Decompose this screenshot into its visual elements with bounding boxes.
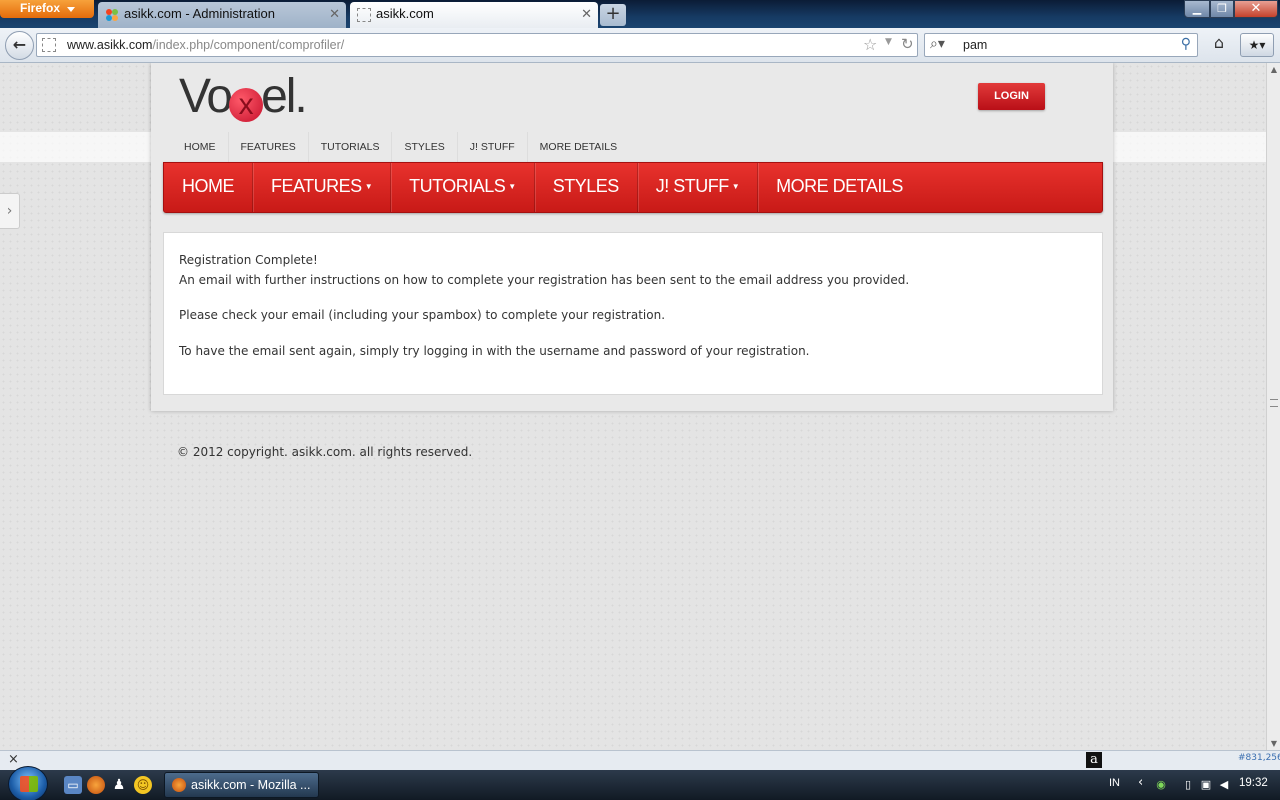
new-tab-button[interactable]: +: [600, 4, 626, 26]
logo-text-start: Vo: [179, 70, 233, 123]
main-menu: HOME FEATURES ▼ TUTORIALS ▼ STYLES J! STUF…: [163, 162, 1103, 213]
firefox-menu-button[interactable]: Firefox: [0, 0, 94, 18]
scroll-down-icon[interactable]: ▼: [1267, 739, 1280, 748]
minimize-button[interactable]: ▁: [1184, 0, 1210, 18]
scroll-up-icon[interactable]: ▲: [1267, 65, 1280, 74]
magnifier-icon[interactable]: ⌕▾: [930, 36, 945, 52]
main-menu-label: HOME: [182, 176, 235, 196]
tab-title: asikk.com - Administration: [124, 6, 275, 21]
alexa-icon[interactable]: a: [1086, 752, 1102, 768]
chevron-down-icon: ▼: [364, 182, 373, 191]
top-menu-features[interactable]: FEATURES: [229, 132, 309, 162]
tray-expand-icon[interactable]: ‹: [1138, 775, 1143, 790]
maximize-button[interactable]: ❐: [1210, 0, 1234, 18]
chevron-down-icon: ▼: [731, 182, 740, 191]
url-text[interactable]: www.asikk.com/index.php/component/compro…: [67, 38, 344, 52]
device-tray-icon[interactable]: ▯: [1181, 778, 1195, 792]
firefox-menu-label: Firefox: [20, 1, 61, 15]
main-menu-features[interactable]: FEATURES ▼: [253, 163, 392, 212]
main-menu-jstuff[interactable]: J! STUFF ▼: [638, 163, 759, 212]
taskbar-window-label: asikk.com - Mozilla ...: [191, 778, 311, 792]
top-menu-styles[interactable]: STYLES: [392, 132, 458, 162]
firefox-icon: [172, 778, 186, 792]
network-icon[interactable]: ▣: [1199, 778, 1213, 792]
main-menu-styles[interactable]: STYLES: [535, 163, 638, 212]
browser-tabstrip: Firefox asikk.com - Administration ✕ asi…: [0, 0, 1280, 28]
main-menu-label: FEATURES: [271, 176, 362, 196]
back-arrow-icon[interactable]: ←: [5, 31, 34, 60]
registration-info-line: Please check your email (including your …: [179, 308, 666, 322]
main-menu-label: J! STUFF: [655, 176, 730, 196]
main-menu-tutorials[interactable]: TUTORIALS ▼: [391, 163, 535, 212]
home-icon[interactable]: ⌂: [1206, 33, 1232, 57]
top-menu-more-details[interactable]: MORE DETAILS: [528, 132, 629, 162]
qq-penguin-icon[interactable]: ♟: [110, 776, 128, 794]
taskbar-clock[interactable]: 19:32: [1239, 777, 1268, 789]
language-indicator[interactable]: IN: [1109, 777, 1120, 789]
top-menu: HOME FEATURES TUTORIALS STYLES J! STUFF …: [172, 132, 629, 162]
top-menu-tutorials[interactable]: TUTORIALS: [309, 132, 393, 162]
scroll-grip[interactable]: [1270, 399, 1278, 407]
vertical-scrollbar[interactable]: ▲ ▼: [1266, 63, 1280, 750]
tab-title: asikk.com: [376, 6, 434, 21]
tab-asikk[interactable]: asikk.com ✕: [350, 2, 598, 28]
url-domain: www.asikk.com: [67, 38, 153, 52]
top-menu-jstuff[interactable]: J! STUFF: [458, 132, 528, 162]
smiley-icon[interactable]: ☺: [134, 776, 152, 794]
joomla-icon: [106, 9, 118, 21]
page-viewport: › Vo x el. LOGIN HOME FEATURES TUTORIALS S…: [0, 63, 1266, 750]
registration-info-line: To have the email sent again, simply try…: [179, 344, 810, 358]
registration-info-line: An email with further instructions on ho…: [179, 273, 910, 287]
blank-page-icon: [357, 8, 371, 22]
tab-close-icon[interactable]: ✕: [581, 2, 592, 26]
logo-x: x: [238, 88, 254, 121]
login-button[interactable]: LOGIN: [978, 83, 1045, 110]
volume-icon[interactable]: ◀: [1217, 778, 1231, 792]
site-identity-icon[interactable]: [42, 38, 56, 52]
search-input[interactable]: pam: [963, 38, 987, 52]
tab-administration[interactable]: asikk.com - Administration ✕: [98, 2, 346, 28]
taskbar-firefox-window[interactable]: asikk.com - Mozilla ...: [164, 772, 319, 798]
registration-message-box: Registration Complete! An email with fur…: [163, 232, 1103, 395]
firefox-icon[interactable]: [87, 776, 105, 794]
url-bar[interactable]: www.asikk.com/index.php/component/compro…: [36, 33, 918, 57]
reload-icon[interactable]: ↻: [901, 35, 914, 53]
tab-close-icon[interactable]: ✕: [329, 2, 340, 26]
side-panel-toggle[interactable]: ›: [0, 193, 20, 229]
bookmarks-menu-icon[interactable]: ★▾: [1240, 33, 1274, 57]
navigation-toolbar: ← www.asikk.com/index.php/component/comp…: [0, 28, 1280, 63]
chevron-down-icon: [67, 7, 75, 12]
bookmark-star-icon[interactable]: ☆: [863, 35, 877, 54]
windows-logo-icon: [20, 776, 38, 792]
status-bar: × a #831,256: [0, 750, 1280, 770]
top-menu-home[interactable]: HOME: [172, 132, 229, 162]
search-bar[interactable]: ⌕▾ pam ⚲: [924, 33, 1198, 57]
show-desktop-icon[interactable]: ▭: [64, 776, 82, 794]
chevron-down-icon: ▼: [508, 182, 516, 191]
browser-tray-icon[interactable]: ◉: [1154, 778, 1168, 792]
main-menu-label: MORE DETAILS: [776, 176, 903, 196]
alexa-rank[interactable]: #831,256: [1238, 753, 1280, 763]
search-go-icon[interactable]: ⚲: [1181, 36, 1191, 52]
main-menu-label: TUTORIALS: [409, 176, 506, 196]
start-button[interactable]: [8, 766, 48, 800]
url-path: /index.php/component/comprofiler/: [152, 38, 345, 52]
history-dropdown-icon[interactable]: ▼: [885, 37, 892, 47]
logo-ball-icon: x: [229, 88, 264, 122]
main-menu-label: STYLES: [552, 176, 620, 196]
footer-copyright: © 2012 copyright. asikk.com. all rights …: [177, 445, 473, 459]
close-window-button[interactable]: ✕: [1234, 0, 1278, 18]
windows-taskbar: ▭ ♟ ☺ asikk.com - Mozilla ... IN ‹ ◉ ▯ ▣…: [0, 766, 1280, 800]
voxel-logo[interactable]: Vo x el.: [179, 69, 308, 124]
logo-text-end: el.: [261, 70, 308, 123]
registration-title: Registration Complete!: [179, 253, 318, 267]
main-menu-more-details[interactable]: MORE DETAILS: [758, 163, 921, 212]
addon-bar-close-icon[interactable]: ×: [8, 752, 19, 767]
main-menu-home[interactable]: HOME: [164, 163, 253, 212]
